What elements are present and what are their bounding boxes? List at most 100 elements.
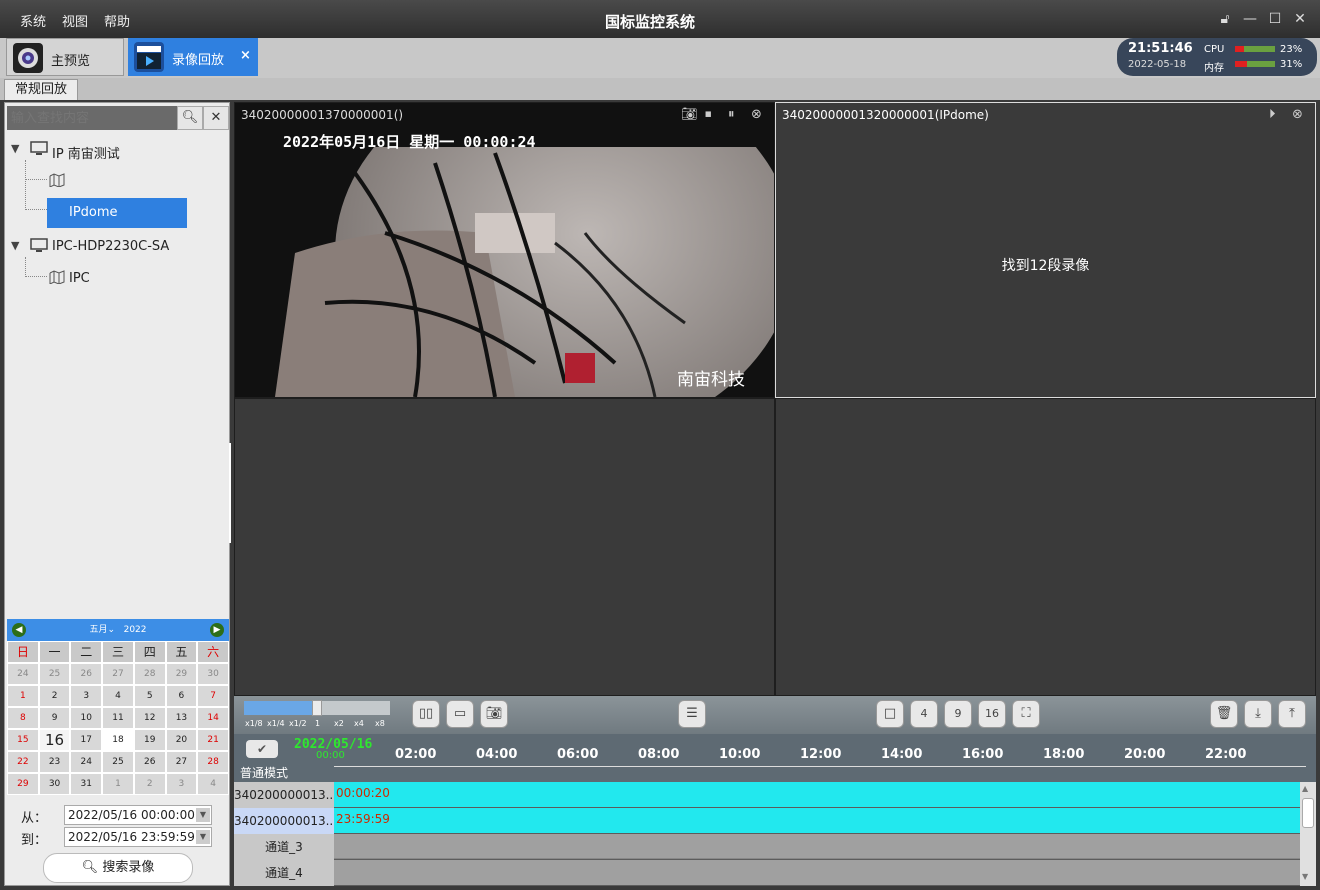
pause-icon[interactable]: ⏸︎ xyxy=(728,107,735,122)
pause-all-button[interactable]: ▯▯ xyxy=(412,700,440,728)
expand-arrow-icon[interactable]: ▼ xyxy=(11,142,19,155)
tab-normal-playback[interactable]: 常规回放 xyxy=(4,79,78,100)
close-icon[interactable]: ⊗ xyxy=(1292,107,1303,122)
calendar-day[interactable]: 8 xyxy=(7,707,39,729)
video-window-2[interactable]: 34020000001320000001(IPdome) 找到12段录像 ⏵︎ … xyxy=(775,102,1316,398)
stop-icon[interactable]: ⏹︎ xyxy=(705,107,712,122)
channel-row-label[interactable]: 通道_3 xyxy=(234,834,334,860)
calendar-day[interactable]: 19 xyxy=(133,729,166,751)
calendar-day[interactable]: 2 xyxy=(133,773,166,795)
lock-icon[interactable]: 🔓︎ xyxy=(1216,10,1234,28)
to-datetime-input[interactable]: 2022/05/16 23:59:59 ▼ xyxy=(64,827,212,847)
calendar-day[interactable]: 11 xyxy=(102,707,134,729)
channel-row-label[interactable]: 340200000013... xyxy=(234,782,337,808)
export-button[interactable]: ⤒ xyxy=(1278,700,1306,728)
calendar-day[interactable]: 3 xyxy=(70,685,103,707)
calendar-day[interactable]: 29 xyxy=(165,663,198,685)
recording-bar[interactable]: 23:59:59 xyxy=(334,808,1300,833)
speed-slider[interactable] xyxy=(244,700,390,716)
tab-playback[interactable]: 录像回放 × xyxy=(128,38,258,76)
calendar-day[interactable]: 9 xyxy=(38,707,71,729)
video-window-3[interactable] xyxy=(234,398,775,696)
calendar-day[interactable]: 28 xyxy=(197,751,229,773)
channel-row-label[interactable]: 通道_4 xyxy=(234,860,334,886)
vertical-scrollbar[interactable]: ▲ ▼ xyxy=(1300,782,1316,886)
calendar-day[interactable]: 21 xyxy=(197,729,229,751)
calendar-day[interactable]: 1 xyxy=(7,685,39,707)
clear-icon[interactable]: ✕ xyxy=(203,106,229,130)
calendar-day[interactable]: 22 xyxy=(7,751,39,773)
mode-label[interactable]: 普通模式 xyxy=(240,764,288,781)
calendar-day[interactable]: 30 xyxy=(38,773,71,795)
settings-sliders-button[interactable]: ☰ xyxy=(678,700,706,728)
next-month-icon[interactable]: ▶ xyxy=(210,623,224,637)
snapshot-icon[interactable]: 📷︎ xyxy=(681,107,698,122)
tree-item-ipdome[interactable]: IPdome xyxy=(47,198,187,228)
calendar-day[interactable]: 30 xyxy=(197,663,229,685)
tab-close-icon[interactable]: × xyxy=(240,48,251,63)
recording-bar[interactable]: 00:00:20 xyxy=(334,782,1300,807)
calendar-day[interactable]: 18 xyxy=(102,729,134,751)
close-icon[interactable]: ⊗ xyxy=(751,107,762,122)
calendar-day[interactable]: 24 xyxy=(70,751,103,773)
calendar-day[interactable]: 27 xyxy=(165,751,198,773)
scroll-up-icon[interactable]: ▲ xyxy=(1302,784,1308,793)
fullscreen-button[interactable]: ⛶ xyxy=(1012,700,1040,728)
calendar-day[interactable]: 1 xyxy=(102,773,134,795)
close-icon[interactable]: ✕ xyxy=(1291,10,1309,28)
search-icon[interactable]: 🔍︎ xyxy=(177,106,203,130)
calendar-day[interactable]: 27 xyxy=(102,663,134,685)
calendar-day[interactable]: 28 xyxy=(133,663,166,685)
calendar-day[interactable]: 14 xyxy=(197,707,229,729)
layout-16-button[interactable]: 16 xyxy=(978,700,1006,728)
calendar-day[interactable]: 4 xyxy=(102,685,134,707)
search-recordings-button[interactable]: 🔍︎ 搜索录像 xyxy=(43,853,193,883)
prev-month-icon[interactable]: ◀ xyxy=(12,623,26,637)
layout-4-button[interactable]: 4 xyxy=(910,700,938,728)
calendar-day[interactable]: 25 xyxy=(102,751,134,773)
calendar-day[interactable]: 7 xyxy=(197,685,229,707)
calendar-day[interactable]: 26 xyxy=(70,663,103,685)
calendar-day[interactable]: 29 xyxy=(7,773,39,795)
download-button[interactable]: ⤓ xyxy=(1244,700,1272,728)
tree-item-ipc[interactable]: IPC xyxy=(69,271,90,286)
scrollbar-thumb[interactable] xyxy=(1302,798,1314,828)
layout-9-button[interactable]: 9 xyxy=(944,700,972,728)
from-datetime-input[interactable]: 2022/05/16 00:00:00 ▼ xyxy=(64,805,212,825)
calendar-day[interactable]: 4 xyxy=(197,773,229,795)
calendar-day[interactable]: 6 xyxy=(165,685,198,707)
tree-group-ipc[interactable]: IPC-HDP2230C-SA xyxy=(52,239,169,254)
channel-row-label[interactable]: 340200000013... xyxy=(234,808,337,834)
calendar-day[interactable]: 13 xyxy=(165,707,198,729)
scroll-down-icon[interactable]: ▼ xyxy=(1302,872,1308,881)
minimize-icon[interactable]: — xyxy=(1241,10,1259,28)
calendar-day[interactable]: 2 xyxy=(38,685,71,707)
calendar-day[interactable]: 20 xyxy=(165,729,198,751)
tree-group-nanzhou[interactable]: IP 南宙测试 xyxy=(52,143,120,162)
calendar-month[interactable]: 五月 xyxy=(89,625,107,635)
calendar-day[interactable]: 25 xyxy=(38,663,71,685)
search-input[interactable] xyxy=(7,106,177,130)
screen-switch-button[interactable]: ▭ xyxy=(446,700,474,728)
calendar-year[interactable]: 2022 xyxy=(124,625,147,635)
calendar-day[interactable]: 5 xyxy=(133,685,166,707)
expand-arrow-icon[interactable]: ▼ xyxy=(11,239,19,252)
calendar-day[interactable]: 3 xyxy=(165,773,198,795)
calendar-day[interactable]: 24 xyxy=(7,663,39,685)
delete-button[interactable]: 🗑︎ xyxy=(1210,700,1238,728)
video-window-1[interactable]: 34020000001370000001() 2022年05月16日 星期一 0… xyxy=(234,102,775,398)
calendar-day[interactable]: 31 xyxy=(70,773,103,795)
calendar-day[interactable]: 23 xyxy=(38,751,71,773)
calendar-day[interactable]: 16 xyxy=(38,729,71,751)
dropdown-icon[interactable]: ▼ xyxy=(196,808,210,822)
play-icon[interactable]: ⏵︎ xyxy=(1269,107,1276,122)
layout-1-button[interactable]: □ xyxy=(876,700,904,728)
splitter-handle[interactable] xyxy=(229,443,231,543)
calendar-day[interactable]: 12 xyxy=(133,707,166,729)
snapshot-button[interactable]: 📷︎ xyxy=(480,700,508,728)
empty-channel-bar[interactable] xyxy=(334,834,1300,859)
tab-main-preview[interactable]: 主预览 xyxy=(6,38,124,76)
calendar-day[interactable]: 10 xyxy=(70,707,103,729)
calendar-day[interactable]: 26 xyxy=(133,751,166,773)
calendar-day[interactable]: 17 xyxy=(70,729,103,751)
